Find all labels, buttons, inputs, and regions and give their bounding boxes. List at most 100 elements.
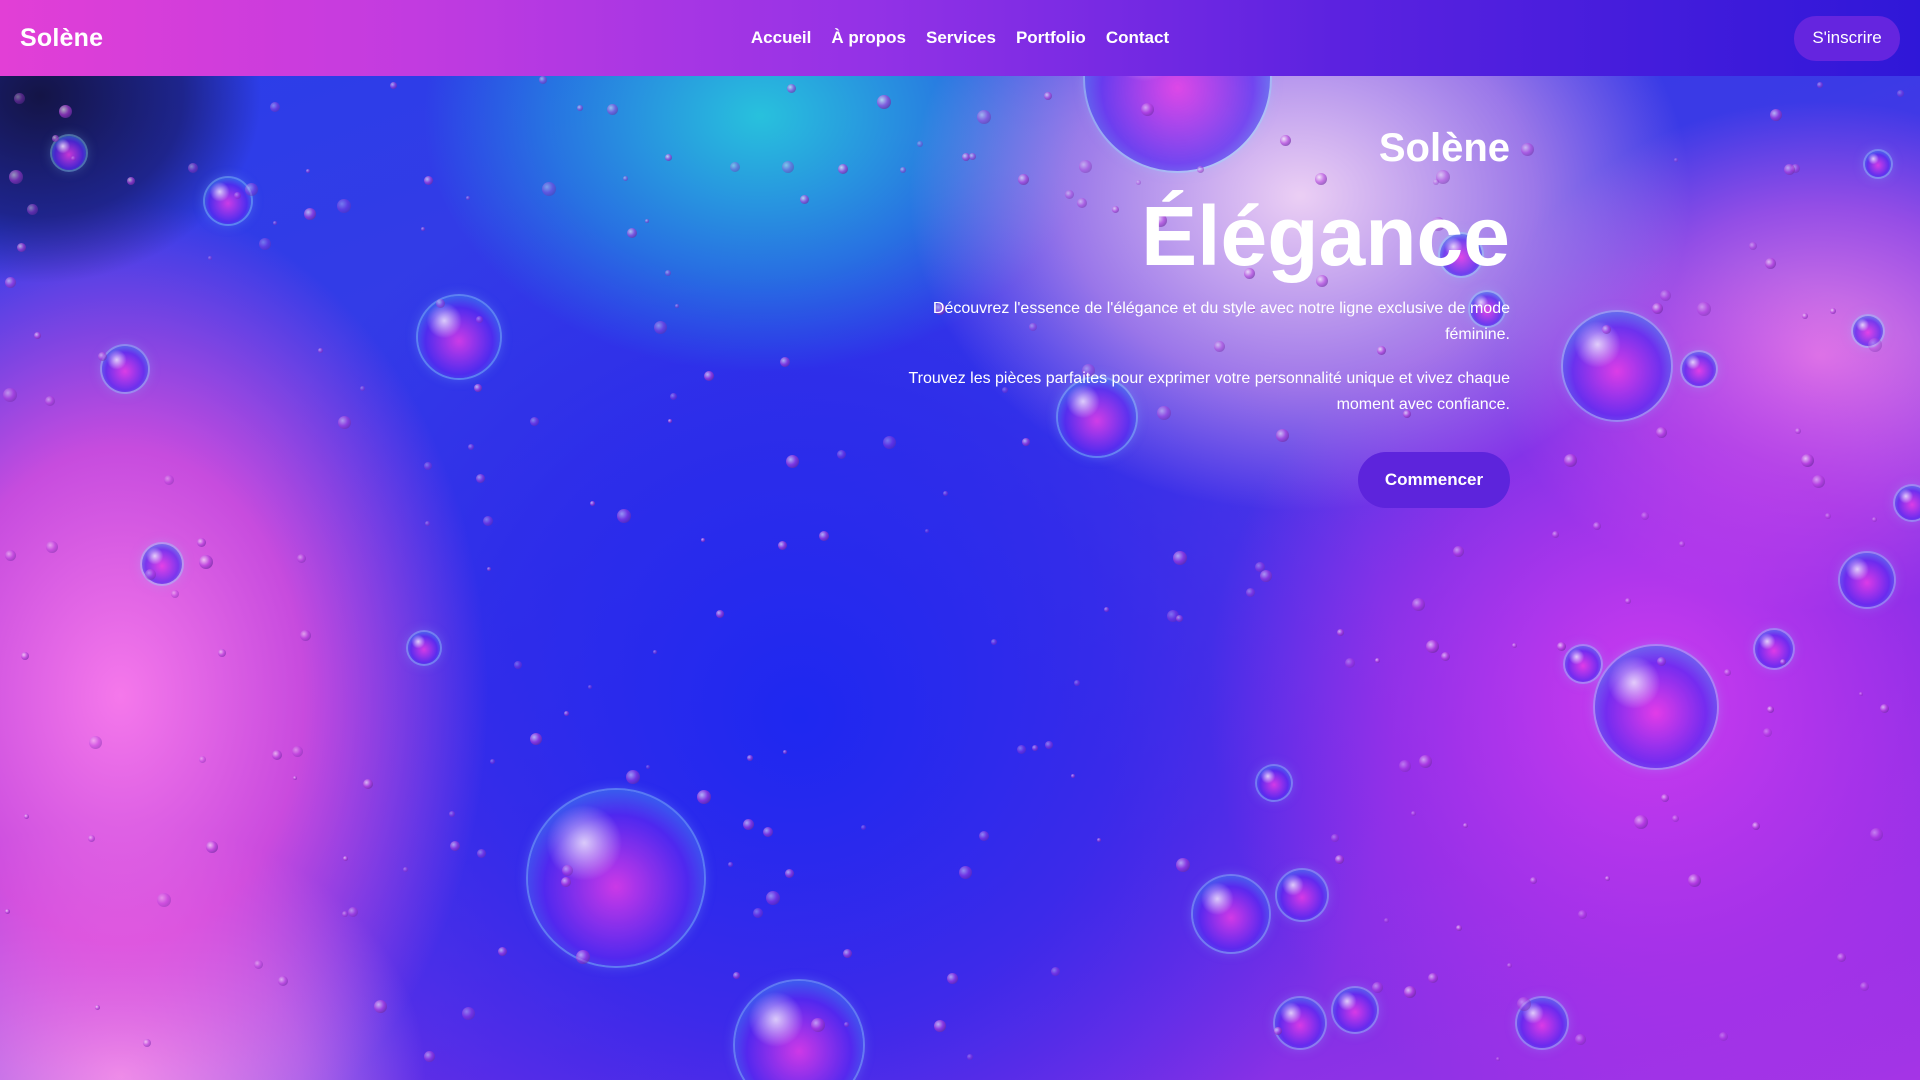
droplet-decoration	[145, 569, 156, 580]
droplet-decoration	[576, 950, 590, 964]
droplet-decoration	[14, 93, 25, 104]
droplet-decoration	[1795, 428, 1801, 434]
droplet-decoration	[1463, 823, 1468, 828]
droplet-decoration	[1375, 658, 1380, 663]
droplet-decoration	[934, 1020, 946, 1032]
droplet-decoration	[5, 909, 10, 914]
droplet-decoration	[800, 195, 809, 204]
droplet-decoration	[1141, 103, 1154, 116]
bubble-decoration	[1865, 151, 1891, 177]
droplet-decoration	[342, 911, 348, 917]
droplet-decoration	[424, 176, 433, 185]
droplet-decoration	[474, 384, 482, 392]
droplet-decoration	[476, 316, 483, 323]
hero-brand: Solène	[1378, 126, 1510, 170]
droplet-decoration	[278, 976, 288, 986]
droplet-decoration	[562, 865, 573, 876]
droplet-decoration	[979, 831, 989, 841]
droplet-decoration	[778, 541, 787, 550]
droplet-decoration	[71, 156, 76, 161]
droplet-decoration	[883, 436, 896, 449]
nav-link-a-propos[interactable]: À propos	[831, 28, 906, 48]
hero-paragraph-1: Découvrez l'essence de l'élégance et du …	[932, 300, 1510, 343]
droplet-decoration	[1384, 918, 1389, 923]
droplet-decoration	[1812, 475, 1825, 488]
droplet-decoration	[564, 711, 569, 716]
nav-link-accueil[interactable]: Accueil	[751, 28, 811, 48]
droplet-decoration	[1868, 338, 1882, 352]
droplet-decoration	[991, 639, 997, 645]
droplet-decoration	[1770, 109, 1782, 121]
droplet-decoration	[1593, 522, 1601, 530]
droplet-decoration	[306, 169, 310, 173]
droplet-decoration	[1679, 541, 1685, 547]
droplet-decoration	[645, 219, 649, 223]
droplet-decoration	[88, 835, 95, 842]
droplet-decoration	[343, 856, 348, 861]
droplet-decoration	[293, 776, 297, 780]
hero-title: Élégance	[1141, 189, 1510, 283]
droplet-decoration	[1897, 90, 1904, 97]
droplet-decoration	[1860, 982, 1869, 991]
droplet-decoration	[1870, 828, 1883, 841]
bubble-decoration	[1193, 876, 1269, 952]
droplet-decoration	[157, 893, 171, 907]
droplet-decoration	[539, 76, 547, 84]
droplet-decoration	[1176, 858, 1190, 872]
droplet-decoration	[1578, 910, 1587, 919]
droplet-decoration	[1880, 704, 1889, 713]
droplet-decoration	[436, 299, 445, 308]
droplet-decoration	[245, 183, 258, 196]
droplet-decoration	[607, 104, 618, 115]
droplet-decoration	[1045, 741, 1053, 749]
droplet-decoration	[487, 567, 491, 571]
droplet-decoration	[1801, 454, 1814, 467]
droplet-decoration	[670, 393, 677, 400]
droplet-decoration	[318, 348, 323, 353]
droplet-decoration	[766, 891, 780, 905]
signup-button[interactable]: S'inscrire	[1794, 15, 1900, 61]
droplet-decoration	[403, 867, 408, 872]
droplet-decoration	[273, 221, 277, 225]
droplet-decoration	[466, 196, 470, 200]
droplet-decoration	[270, 102, 280, 112]
droplet-decoration	[1652, 303, 1663, 314]
start-button[interactable]: Commencer	[1358, 452, 1510, 508]
droplet-decoration	[653, 650, 657, 654]
droplet-decoration	[52, 135, 59, 142]
droplet-decoration	[360, 386, 365, 391]
bubble-decoration	[1682, 352, 1716, 386]
droplet-decoration	[1097, 838, 1101, 842]
droplet-decoration	[654, 321, 667, 334]
brand-logo[interactable]: Solène	[20, 24, 103, 53]
bubble-decoration	[205, 178, 251, 224]
droplet-decoration	[1345, 658, 1355, 668]
droplet-decoration	[782, 161, 794, 173]
droplet-decoration	[617, 509, 631, 523]
bubble-decoration	[1277, 870, 1327, 920]
nav-link-services[interactable]: Services	[926, 28, 996, 48]
droplet-decoration	[1032, 745, 1038, 751]
droplet-decoration	[1404, 986, 1416, 998]
droplet-decoration	[477, 849, 486, 858]
droplet-decoration	[1672, 815, 1679, 822]
droplet-decoration	[424, 462, 432, 470]
droplet-decoration	[668, 419, 672, 423]
droplet-decoration	[1496, 1057, 1500, 1061]
droplet-decoration	[1661, 794, 1669, 802]
nav-link-portfolio[interactable]: Portfolio	[1016, 28, 1086, 48]
hero-section: Solène Élégance Découvrez l'essence de l…	[0, 76, 1920, 1080]
droplet-decoration	[188, 163, 198, 173]
droplet-decoration	[785, 869, 794, 878]
nav-link-contact[interactable]: Contact	[1106, 28, 1169, 48]
droplet-decoration	[498, 947, 507, 956]
droplet-decoration	[1625, 598, 1631, 604]
droplet-decoration	[1337, 629, 1344, 636]
droplet-decoration	[838, 164, 848, 174]
droplet-decoration	[1173, 551, 1187, 565]
hero-paragraph-2: Trouvez les pièces parfaites pour exprim…	[908, 370, 1510, 413]
droplet-decoration	[783, 750, 787, 754]
droplet-decoration	[300, 630, 311, 641]
droplet-decoration	[753, 908, 763, 918]
droplet-decoration	[1575, 1034, 1586, 1045]
